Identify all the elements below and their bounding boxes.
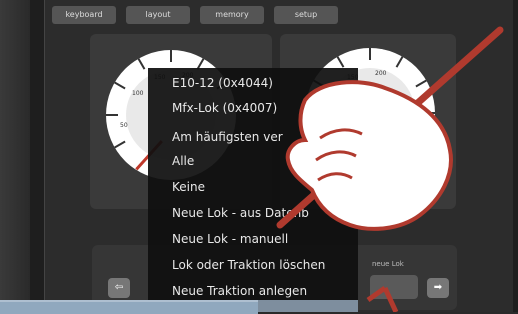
loco-field[interactable] — [370, 275, 418, 299]
menu-item-most-used[interactable]: Am häufigsten ver — [172, 130, 283, 144]
loco-selection-menu: E10-12 (0x4044) Mfx-Lok (0x4007) Am häuf… — [148, 68, 358, 312]
gauge-tick — [106, 114, 118, 116]
gauge-tick — [369, 48, 371, 60]
top-tabs: keyboard layout memory setup — [52, 6, 338, 26]
gauge-tick — [137, 58, 146, 70]
gauge-label: 50 — [120, 122, 128, 129]
menu-item-none[interactable]: Keine — [172, 180, 205, 194]
gauge-tick — [114, 140, 126, 149]
menu-item-new-loco-manual[interactable]: Neue Lok - manuell — [172, 232, 288, 246]
left-bezel — [0, 0, 30, 312]
menu-item-new-traction[interactable]: Neue Traktion anlegen — [172, 284, 307, 298]
tab-layout[interactable]: layout — [126, 6, 190, 24]
field-label: neue Lok — [372, 260, 404, 268]
gauge-tick — [395, 56, 404, 68]
tab-memory[interactable]: memory — [200, 6, 264, 24]
gauge-tick — [114, 81, 126, 90]
gauge-tick — [170, 50, 172, 62]
menu-item-all[interactable]: Alle — [172, 154, 194, 168]
gauge-label: 200 — [375, 70, 387, 77]
tab-keyboard[interactable]: keyboard — [52, 6, 116, 24]
next-loco-button[interactable]: ➡ — [427, 278, 449, 298]
menu-item-loco-e10[interactable]: E10-12 (0x4044) — [172, 76, 273, 90]
previous-loco-button[interactable]: ⇦ — [108, 278, 130, 298]
gauge-tick — [415, 79, 427, 88]
gauge-label: 100 — [132, 90, 144, 97]
tab-setup[interactable]: setup — [274, 6, 338, 24]
gauge-tick — [336, 56, 345, 68]
gauge-tick — [423, 112, 435, 114]
menu-item-delete-loco[interactable]: Lok oder Traktion löschen — [172, 258, 325, 272]
menu-item-loco-mfx[interactable]: Mfx-Lok (0x4007) — [172, 101, 277, 115]
menu-item-new-loco-db[interactable]: Neue Lok - aus Datenb — [172, 206, 309, 220]
bottom-window-strip-right — [258, 300, 358, 312]
